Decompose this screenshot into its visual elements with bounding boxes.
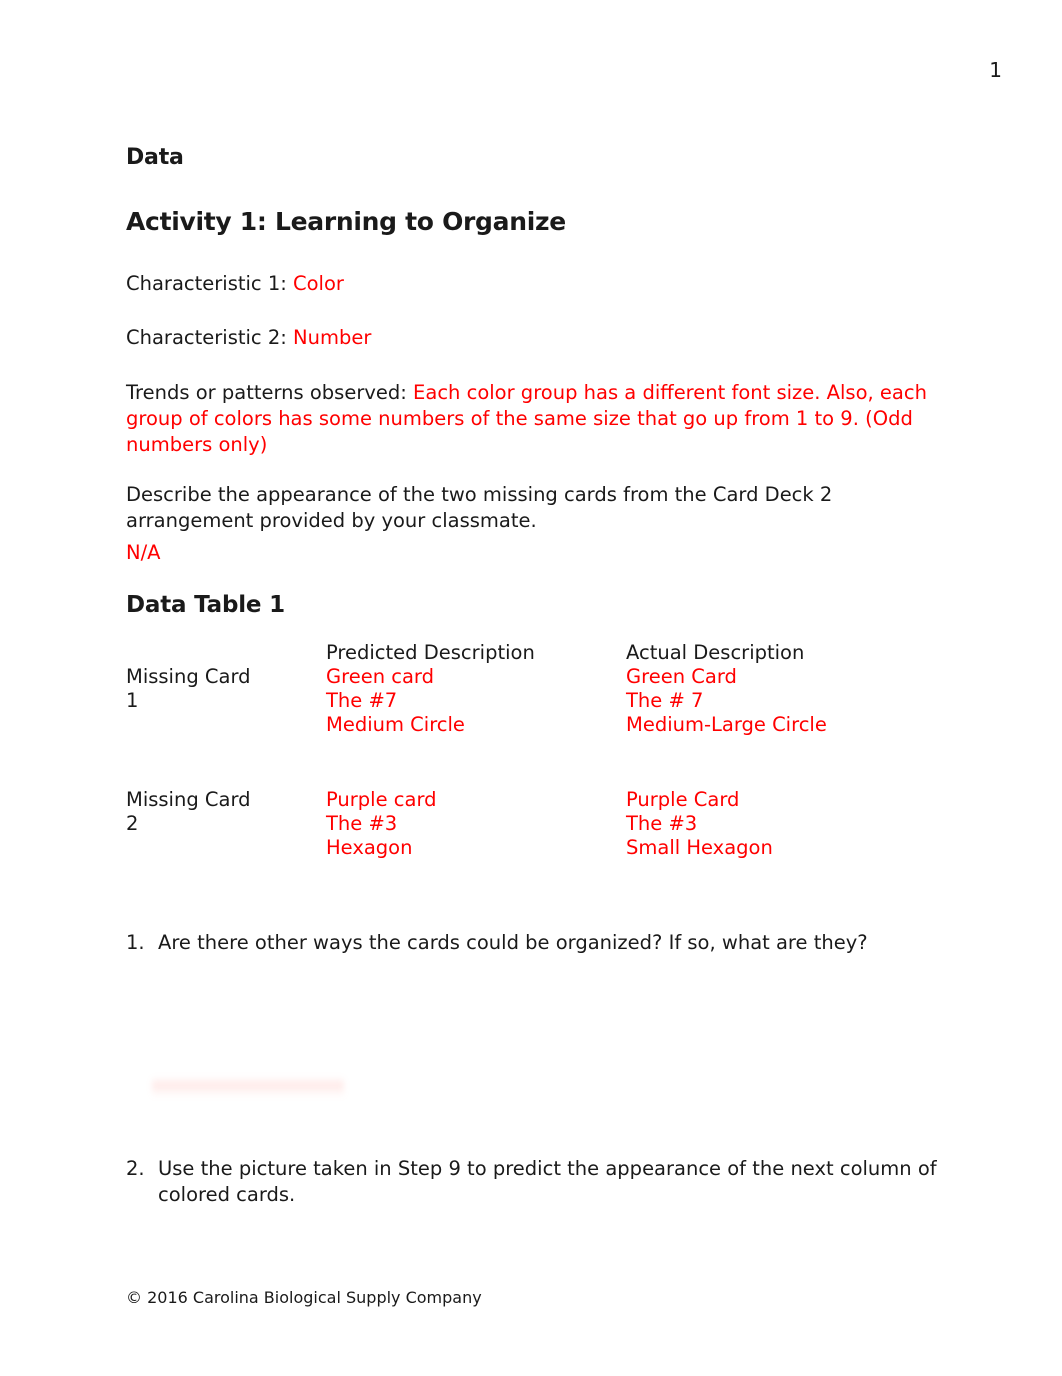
table-row: Missing Card 1 Green card The #7 Medium … <box>126 665 940 736</box>
question-2-number: 2. <box>126 1156 145 1180</box>
characteristic-1-line: Characteristic 1: Color <box>126 271 940 298</box>
trends-label: Trends or patterns observed: <box>126 380 414 404</box>
row-1-predicted-line-2: The #7 <box>326 688 398 712</box>
data-table-heading: Data Table 1 <box>126 591 285 618</box>
describe-prompt: Describe the appearance of the two missi… <box>126 482 940 534</box>
questions-list: 1. Are there other ways the cards could b… <box>126 930 940 1208</box>
characteristic-2-line: Characteristic 2: Number <box>126 325 940 352</box>
row-2-actual-line-3: Small Hexagon <box>626 835 773 859</box>
page-number: 1 <box>989 58 1002 82</box>
describe-answer-line: N/A <box>126 540 940 566</box>
row-label-2: Missing Card 2 <box>126 788 326 859</box>
characteristic-1-answer[interactable]: Color <box>293 272 344 295</box>
row-1-actual-line-2: The # 7 <box>626 688 704 712</box>
question-1-number: 1. <box>126 930 145 954</box>
row-label-1-line-2: 1 <box>126 688 139 712</box>
document-page: 1 Data Activity 1: Learning to Organize … <box>0 0 1062 1376</box>
table-header-blank <box>126 641 326 665</box>
table-row-spacer <box>126 736 940 788</box>
question-2-text: Use the picture taken in Step 9 to predi… <box>158 1156 937 1206</box>
table-row: Missing Card 2 Purple card The #3 Hexago… <box>126 788 940 859</box>
question-item-1: 1. Are there other ways the cards could b… <box>126 930 940 956</box>
row-2-actual-line-2: The #3 <box>626 812 698 836</box>
table-header-actual: Actual Description <box>626 641 805 665</box>
section-heading-data: Data <box>126 145 184 170</box>
row-label-2-line-2: 2 <box>126 812 139 836</box>
table-header-predicted: Predicted Description <box>326 641 535 665</box>
row-1-actual-line-1: Green Card <box>626 665 737 689</box>
table-header-row: Predicted Description Actual Description <box>126 641 940 665</box>
row-1-predicted-line-3: Medium Circle <box>326 712 465 736</box>
document-content: Data Activity 1: Learning to Organize Ch… <box>126 144 940 1208</box>
copyright-footer: © 2016 Carolina Biological Supply Compan… <box>126 1288 482 1307</box>
row-1-actual[interactable]: Green Card The # 7 Medium-Large Circle <box>626 665 940 736</box>
row-label-2-line-1: Missing Card <box>126 788 251 812</box>
row-2-predicted-line-2: The #3 <box>326 812 398 836</box>
row-2-actual-line-1: Purple Card <box>626 788 740 812</box>
row-1-actual-line-3: Medium-Large Circle <box>626 712 827 736</box>
characteristic-1-label: Characteristic 1: <box>126 271 294 295</box>
question-item-2: 2. Use the picture taken in Step 9 to pre… <box>126 1156 940 1208</box>
row-label-1-line-1: Missing Card <box>126 665 251 689</box>
activity-heading: Activity 1: Learning to Organize <box>126 206 566 236</box>
row-2-predicted-line-3: Hexagon <box>326 835 413 859</box>
row-1-predicted-line-1: Green card <box>326 665 434 689</box>
row-2-actual[interactable]: Purple Card The #3 Small Hexagon <box>626 788 940 859</box>
describe-answer[interactable]: N/A <box>126 541 161 564</box>
describe-prompt-text: Describe the appearance of the two missi… <box>126 483 833 533</box>
row-label-1: Missing Card 1 <box>126 665 326 736</box>
trends-line: Trends or patterns observed: Each color … <box>126 380 940 458</box>
characteristic-2-label: Characteristic 2: <box>126 326 294 350</box>
row-1-predicted[interactable]: Green card The #7 Medium Circle <box>326 665 626 736</box>
row-2-predicted[interactable]: Purple card The #3 Hexagon <box>326 788 626 859</box>
characteristic-2-answer[interactable]: Number <box>293 326 371 349</box>
row-2-predicted-line-1: Purple card <box>326 788 437 812</box>
data-table-1: Predicted Description Actual Description… <box>126 641 940 859</box>
question-1-text: Are there other ways the cards could be … <box>158 930 868 954</box>
